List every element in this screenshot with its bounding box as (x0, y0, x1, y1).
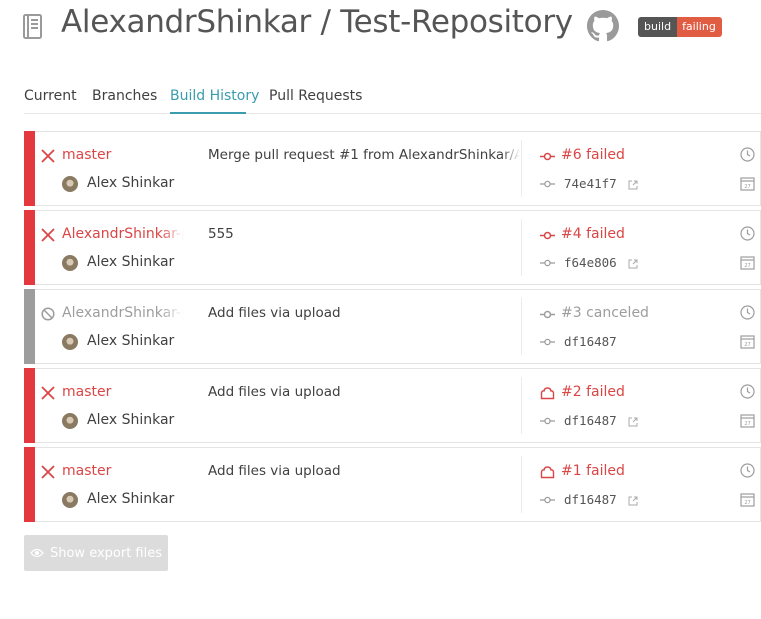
github-octocat-icon[interactable] (587, 10, 619, 42)
commit-icon (540, 496, 555, 504)
clock-icon (740, 384, 755, 399)
commit-icon (540, 417, 555, 425)
commit-sha[interactable]: df16487 (564, 492, 617, 507)
commit-sha[interactable]: df16487 (564, 413, 617, 428)
branch-name[interactable]: master (62, 384, 184, 400)
commit-icon (540, 259, 555, 267)
avatar (62, 492, 78, 508)
author-name: Alex Shinkar (87, 254, 175, 270)
svg-text:27: 27 (744, 500, 750, 506)
tab-build-history[interactable]: Build History (170, 88, 259, 104)
show-export-files-button[interactable]: Show export files (24, 535, 168, 571)
svg-text:27: 27 (744, 263, 750, 269)
eye-icon (30, 548, 44, 558)
active-tab-indicator (170, 112, 246, 114)
avatar (62, 413, 78, 429)
tab-pull-requests[interactable]: Pull Requests (269, 88, 362, 104)
divider (521, 298, 522, 355)
svg-text:27: 27 (744, 184, 750, 190)
branch-name[interactable]: AlexandrShinkar-patch-1 (62, 305, 184, 321)
repo-header: AlexandrShinkar / Test-Repository build … (0, 0, 761, 60)
commit-message[interactable]: Merge pull request #1 from AlexandrShink… (208, 147, 520, 163)
calendar-icon: 27 (740, 414, 755, 428)
failed-x-icon (41, 386, 55, 400)
build-state[interactable]: #1 failed (561, 463, 625, 479)
clock-icon (740, 305, 755, 320)
status-strip (24, 289, 35, 364)
build-state[interactable]: #2 failed (561, 384, 625, 400)
build-state[interactable]: #6 failed (561, 147, 625, 163)
branch-name[interactable]: master (62, 463, 184, 479)
calendar-icon: 27 (740, 177, 755, 191)
status-strip (24, 447, 35, 522)
external-link-icon[interactable] (628, 180, 638, 190)
calendar-icon: 27 (740, 256, 755, 270)
author-name: Alex Shinkar (87, 491, 175, 507)
export-button-label: Show export files (49, 545, 163, 561)
avatar (62, 334, 78, 350)
external-link-icon[interactable] (628, 496, 638, 506)
repo-book-icon (23, 14, 42, 39)
badge-status: failing (677, 17, 722, 37)
build-row[interactable]: AlexandrShinkar-patch-1 Alex Shinkar Add… (24, 289, 761, 364)
build-state[interactable]: #4 failed (561, 226, 625, 242)
svg-text:27: 27 (744, 421, 750, 427)
commit-icon (540, 338, 555, 346)
commit-sha[interactable]: 74e41f7 (564, 176, 617, 191)
build-row[interactable]: AlexandrShinkar-patch-1 Alex Shinkar 555… (24, 210, 761, 285)
page-title: AlexandrShinkar / Test-Repository (61, 4, 573, 40)
failed-x-icon (41, 228, 55, 242)
tab-bar: Current Branches Build History Pull Requ… (24, 88, 761, 114)
status-strip (24, 210, 35, 285)
clock-icon (740, 226, 755, 241)
commit-message[interactable]: Add files via upload (208, 384, 520, 400)
divider (521, 377, 522, 434)
calendar-icon: 27 (740, 335, 755, 349)
divider (521, 219, 522, 276)
failed-x-icon (41, 149, 55, 163)
divider (521, 140, 522, 197)
status-strip (24, 131, 35, 206)
build-status-badge[interactable]: build failing (638, 17, 722, 37)
push-commit-icon (540, 310, 555, 319)
tab-branches[interactable]: Branches (92, 88, 157, 104)
commit-sha[interactable]: f64e806 (564, 255, 617, 270)
commit-message[interactable]: 555 (208, 226, 520, 242)
build-row[interactable]: master Alex Shinkar Merge pull request #… (24, 131, 761, 206)
external-link-icon[interactable] (628, 417, 638, 427)
commit-sha[interactable]: df16487 (564, 334, 617, 349)
failed-x-icon (41, 465, 55, 479)
tab-current[interactable]: Current (24, 88, 77, 104)
avatar (62, 176, 78, 192)
clock-icon (740, 463, 755, 478)
branch-name[interactable]: master (62, 147, 184, 163)
author-name: Alex Shinkar (87, 412, 175, 428)
commit-message[interactable]: Add files via upload (208, 463, 520, 479)
clock-icon (740, 147, 755, 162)
api-cloud-icon (540, 387, 555, 400)
build-row[interactable]: master Alex Shinkar Add files via upload… (24, 368, 761, 443)
push-commit-icon (540, 231, 555, 240)
divider (521, 456, 522, 513)
calendar-icon: 27 (740, 493, 755, 507)
svg-text:27: 27 (744, 342, 750, 348)
avatar (62, 255, 78, 271)
badge-label: build (638, 17, 678, 37)
build-state[interactable]: #3 canceled (561, 305, 649, 321)
canceled-icon (41, 307, 55, 321)
api-cloud-icon (540, 466, 555, 479)
branch-name[interactable]: AlexandrShinkar-patch-1 (62, 226, 184, 242)
author-name: Alex Shinkar (87, 333, 175, 349)
author-name: Alex Shinkar (87, 175, 175, 191)
push-commit-icon (540, 152, 555, 161)
status-strip (24, 368, 35, 443)
external-link-icon[interactable] (628, 259, 638, 269)
build-row[interactable]: master Alex Shinkar Add files via upload… (24, 447, 761, 522)
commit-icon (540, 180, 555, 188)
commit-message[interactable]: Add files via upload (208, 305, 520, 321)
